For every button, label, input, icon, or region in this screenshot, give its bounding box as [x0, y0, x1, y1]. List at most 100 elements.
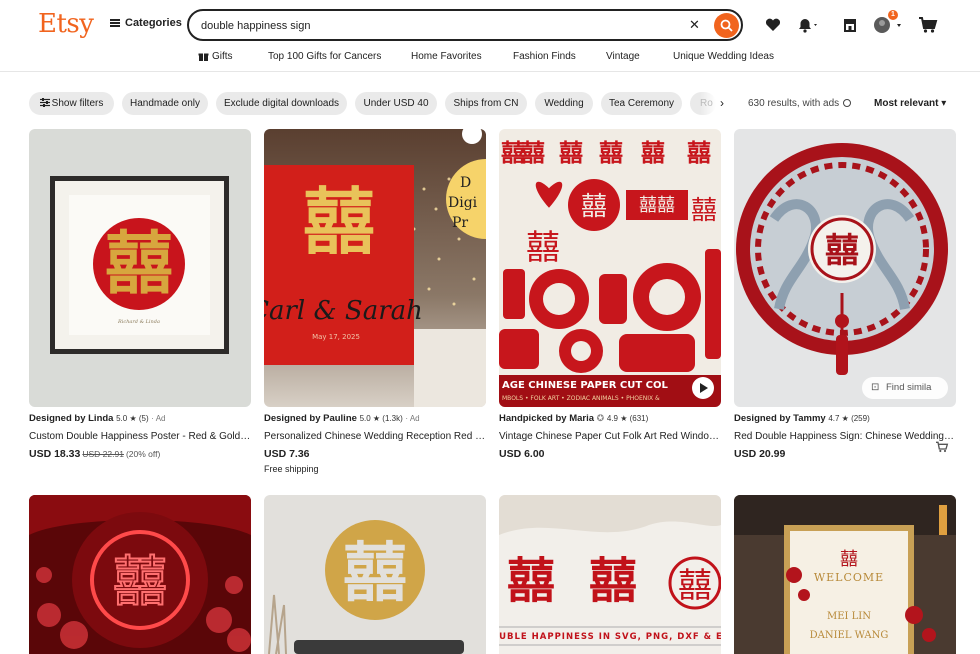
categories-label: Categories	[125, 17, 182, 29]
designer-name[interactable]: Designed by Pauline	[264, 413, 357, 424]
chip-handmade-only[interactable]: Handmade only	[122, 92, 208, 115]
chip-truncated[interactable]: Ro	[690, 92, 716, 115]
shop-manager-icon[interactable]	[842, 15, 858, 35]
svg-text:囍: 囍	[521, 138, 545, 167]
designer-name[interactable]: Designed by Linda	[29, 413, 113, 424]
chip-under-usd-40[interactable]: Under USD 40	[355, 92, 437, 115]
listing-title[interactable]: Red Double Happiness Sign: Chinese Weddi…	[734, 431, 956, 442]
cart-icon[interactable]	[918, 15, 938, 35]
svg-text:囍: 囍	[507, 553, 555, 609]
listing-image[interactable]: 囍 囍 囍 囍 囍 囍 囍 囍囍 囍 囍 AGE CHINESE PAPER C…	[499, 129, 721, 407]
listing-meta: Designed by Pauline 5.0 ★ (1.3k) · Ad Pe…	[264, 413, 486, 474]
results-count: 630 results, with ads	[748, 98, 852, 109]
chevron-right-icon[interactable]: ›	[720, 96, 724, 110]
svg-text:囍: 囍	[526, 228, 560, 268]
svg-text:囍: 囍	[581, 192, 607, 222]
menu-icon	[110, 19, 120, 27]
svg-text:囍: 囍	[343, 536, 407, 611]
show-filters-label: Show filters	[51, 98, 104, 109]
find-similar-label: Find simila	[886, 382, 932, 393]
etsy-logo[interactable]: Etsy	[38, 9, 94, 39]
search-input[interactable]	[201, 17, 681, 35]
play-video-button[interactable]	[692, 377, 714, 399]
chip-tea-ceremony[interactable]: Tea Ceremony	[601, 92, 682, 115]
listing-image[interactable]: 囍 Richard & Linda	[29, 129, 251, 407]
svg-text:囍囍: 囍囍	[639, 195, 675, 216]
listing-meta: Handpicked by Maria ✪ 4.9 ★ (631) Vintag…	[499, 413, 721, 460]
ad-label: · Ad	[151, 414, 166, 423]
rating: 4.9 ★ (631)	[606, 414, 649, 423]
header: Etsy Categories ✕ 1	[0, 0, 980, 48]
sub-navigation: Gifts Top 100 Gifts for Cancers Home Fav…	[0, 48, 980, 72]
notification-badge: 1	[888, 10, 898, 20]
card3-banner: AGE CHINESE PAPER CUT COL	[502, 380, 668, 391]
caret-down-icon: ▾	[941, 98, 947, 109]
categories-button[interactable]: Categories	[110, 17, 182, 29]
listing-image[interactable]: 囍 WELCOME MEI LIN DANIEL WANG	[734, 495, 956, 654]
svg-text:Pr: Pr	[452, 215, 468, 231]
subnav-home-favorites[interactable]: Home Favorites	[411, 51, 482, 62]
add-to-cart-icon[interactable]	[935, 441, 949, 453]
find-similar-button[interactable]: ⊡ Find simila	[862, 377, 948, 399]
listing-image[interactable]: 囍 ⊡ Find simila	[734, 129, 956, 407]
search-button[interactable]	[714, 13, 739, 38]
price-line: USD 20.99	[734, 448, 956, 460]
sort-label: Most relevant	[874, 98, 939, 109]
listing-image[interactable]: 囍	[29, 495, 251, 654]
card2-names: Carl & Sarah	[264, 296, 423, 326]
listing-title[interactable]: Personalized Chinese Wedding Reception R…	[264, 431, 486, 442]
listing-image[interactable]: 囍	[264, 495, 486, 654]
svg-text:囍: 囍	[105, 224, 173, 304]
star-seller-icon: ✪	[596, 413, 605, 423]
rating: 5.0 ★ (1.3k)	[359, 414, 403, 423]
clear-search-icon[interactable]: ✕	[689, 17, 700, 33]
designer-line: Designed by Tammy 4.7 ★ (259)	[734, 413, 956, 424]
svg-text:Richard & Linda: Richard & Linda	[117, 319, 160, 325]
svg-text:囍: 囍	[559, 138, 583, 167]
card7-banner: DOUBLE HAPPINESS IN SVG, PNG, DXF & EPS	[499, 632, 721, 642]
subnav-unique-wedding-ideas[interactable]: Unique Wedding Ideas	[673, 51, 774, 62]
notifications-bell-icon[interactable]	[796, 15, 818, 35]
rating: 5.0 ★ (5)	[116, 414, 149, 423]
info-icon[interactable]	[843, 99, 852, 107]
subnav-vintage[interactable]: Vintage	[606, 51, 640, 62]
designer-name[interactable]: Designed by Tammy	[734, 413, 826, 424]
designer-line: Handpicked by Maria ✪ 4.9 ★ (631)	[499, 413, 721, 424]
filter-bar: Show filters Handmade only Exclude digit…	[0, 90, 980, 116]
gift-icon	[198, 53, 209, 62]
discount: (20% off)	[125, 449, 161, 459]
search-icon	[720, 19, 733, 32]
designer-line: Designed by Linda 5.0 ★ (5) · Ad	[29, 413, 251, 424]
subnav-top-100-gifts[interactable]: Top 100 Gifts for Cancers	[268, 51, 381, 62]
subnav-gifts[interactable]: Gifts	[212, 51, 233, 62]
search-bar: ✕	[187, 9, 743, 41]
camera-search-icon: ⊡	[871, 382, 880, 393]
filter-sliders-icon	[39, 98, 50, 107]
price: USD 20.99	[734, 448, 786, 460]
listing-image[interactable]: 囍 囍 囍 DOUBLE HAPPINESS IN SVG, PNG, DXF …	[499, 495, 721, 654]
chip-ships-from-cn[interactable]: Ships from CN	[445, 92, 527, 115]
svg-text:囍: 囍	[589, 553, 637, 609]
results-count-text: 630 results, with ads	[748, 98, 840, 109]
svg-text:囍: 囍	[691, 196, 717, 226]
listing-image[interactable]: 囍 Carl & Sarah May 17, 2025 D Digi Pr	[264, 129, 486, 407]
show-filters-button[interactable]: Show filters	[29, 92, 114, 115]
svg-text:囍: 囍	[599, 138, 623, 167]
card3-sub: MBOLS • FOLK ART • ZODIAC ANIMALS • PHOE…	[502, 395, 660, 402]
chip-exclude-digital[interactable]: Exclude digital downloads	[216, 92, 347, 115]
svg-text:囍: 囍	[113, 550, 167, 613]
listing-title[interactable]: Custom Double Happiness Poster - Red & G…	[29, 431, 251, 442]
favorites-heart-icon[interactable]	[764, 15, 782, 35]
price: USD 7.36	[264, 448, 310, 460]
price: USD 6.00	[499, 448, 545, 460]
chip-wedding[interactable]: Wedding	[535, 92, 593, 115]
free-shipping: Free shipping	[264, 464, 319, 474]
listing-title[interactable]: Vintage Chinese Paper Cut Folk Art Red W…	[499, 431, 721, 442]
designer-name[interactable]: Handpicked by Maria	[499, 413, 594, 424]
listing-meta: Designed by Tammy 4.7 ★ (259) Red Double…	[734, 413, 956, 460]
svg-text:囍: 囍	[641, 138, 665, 167]
ad-label: · Ad	[405, 414, 420, 423]
sort-dropdown[interactable]: Most relevant ▾	[874, 98, 946, 109]
subnav-fashion-finds[interactable]: Fashion Finds	[513, 51, 576, 62]
designer-line: Designed by Pauline 5.0 ★ (1.3k) · Ad	[264, 413, 486, 424]
